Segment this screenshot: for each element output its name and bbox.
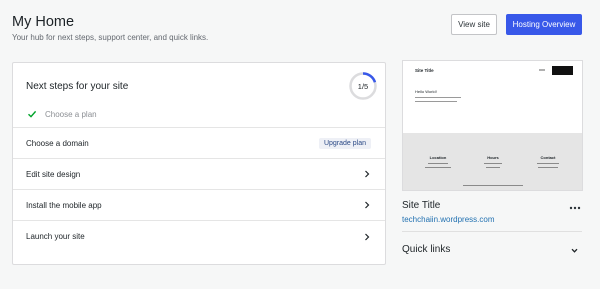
preview-footer-credit <box>463 185 523 186</box>
page-subtitle: Your hub for next steps, support center,… <box>12 33 209 42</box>
task-choose-domain[interactable]: Choose a domain Upgrade plan <box>13 127 385 158</box>
preview-nav-button <box>552 66 573 75</box>
task-edit-site-design[interactable]: Edit site design <box>13 158 385 189</box>
preview-text-line <box>415 97 461 99</box>
hosting-overview-button[interactable]: Hosting Overview <box>506 14 582 35</box>
progress-label: 1/5 <box>357 81 369 91</box>
preview-footer-heading: Location <box>429 155 447 160</box>
divider <box>402 231 582 232</box>
completed-step-label: Choose a plan <box>45 109 97 119</box>
preview-footer-line <box>425 167 451 168</box>
checkmark-icon <box>28 110 37 118</box>
next-steps-title: Next steps for your site <box>26 81 129 92</box>
preview-header-section: Site Title Hello World! <box>403 61 582 133</box>
view-site-button[interactable]: View site <box>451 14 497 35</box>
site-title: Site Title <box>402 200 441 211</box>
ellipsis-icon[interactable] <box>568 203 582 213</box>
quick-links-title[interactable]: Quick links <box>402 244 450 255</box>
page-header: My Home Your hub for next steps, support… <box>12 14 208 42</box>
task-label: Install the mobile app <box>26 200 102 210</box>
chevron-right-icon <box>365 201 370 209</box>
upgrade-plan-badge[interactable]: Upgrade plan <box>318 137 371 149</box>
preview-footer-heading: Contact <box>540 155 556 160</box>
site-preview-thumbnail[interactable]: Site Title Hello World! Location Hours C… <box>402 60 583 191</box>
site-url-link[interactable]: techchaiin.wordpress.com <box>402 215 494 224</box>
chevron-right-icon <box>365 170 370 178</box>
preview-footer-line <box>486 167 500 168</box>
chevron-down-icon[interactable] <box>570 246 579 255</box>
preview-footer-line <box>538 167 558 168</box>
preview-text-line <box>415 101 457 103</box>
task-install-mobile-app[interactable]: Install the mobile app <box>13 189 385 220</box>
task-label: Choose a domain <box>26 138 89 148</box>
page-title: My Home <box>12 14 75 30</box>
chevron-right-icon <box>365 233 370 240</box>
task-label: Launch your site <box>26 232 85 241</box>
preview-heading: Hello World! <box>415 89 437 94</box>
preview-footer-column: Contact <box>523 155 573 168</box>
preview-footer-line <box>484 163 502 164</box>
preview-site-title: Site Title <box>415 68 434 73</box>
preview-footer-section: Location Hours Contact <box>403 133 582 190</box>
preview-footer-column: Location <box>413 155 463 168</box>
preview-footer-heading: Hours <box>487 155 499 160</box>
preview-nav-link <box>539 69 545 71</box>
preview-footer-column: Hours <box>468 155 518 168</box>
preview-footer-line <box>537 163 559 164</box>
preview-footer-line <box>428 163 448 164</box>
task-label: Edit site design <box>26 169 81 179</box>
progress-ring: 1/5 <box>348 71 378 101</box>
next-steps-card: Next steps for your site 1/5 Choose a pl… <box>12 62 386 265</box>
completed-step-choose-plan: Choose a plan <box>27 107 97 121</box>
task-launch-site[interactable]: Launch your site <box>13 220 385 252</box>
